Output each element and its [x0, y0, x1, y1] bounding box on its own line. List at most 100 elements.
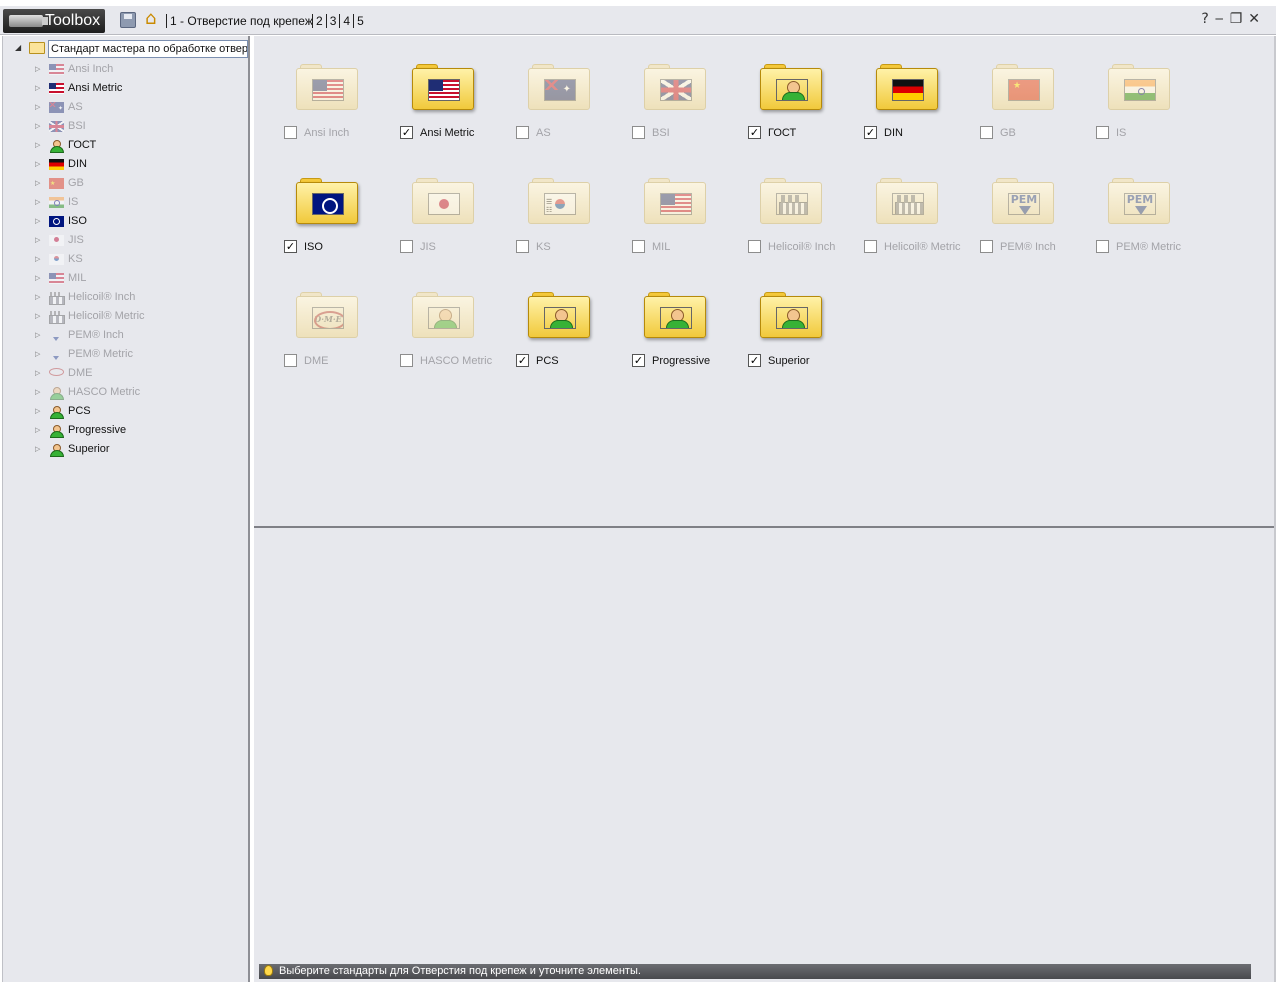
- tree-item[interactable]: ▷ HASCO Metric: [35, 383, 247, 402]
- standard-card[interactable]: Helicoil® Metric: [836, 150, 961, 260]
- standard-checkbox[interactable]: ✓: [284, 240, 297, 253]
- expand-arrow-icon[interactable]: ▷: [35, 307, 40, 326]
- folder-icon[interactable]: [296, 178, 358, 224]
- standard-checkbox[interactable]: ✓: [864, 126, 877, 139]
- folder-icon[interactable]: [760, 64, 822, 110]
- folder-icon[interactable]: PEM: [992, 178, 1054, 224]
- standard-checkbox[interactable]: ✓: [748, 126, 761, 139]
- standard-card[interactable]: ✓ PCS: [488, 264, 604, 374]
- tree-item[interactable]: ▷ JIS: [35, 231, 247, 250]
- standard-checkbox[interactable]: [1096, 126, 1109, 139]
- folder-icon[interactable]: [412, 64, 474, 110]
- standard-card[interactable]: ✓ DIN: [836, 36, 952, 146]
- collapse-arrow-icon[interactable]: ◢: [15, 43, 21, 52]
- standard-checkbox[interactable]: [864, 240, 877, 253]
- expand-arrow-icon[interactable]: ▷: [35, 231, 40, 250]
- standard-card[interactable]: GB: [952, 36, 1068, 146]
- standard-card[interactable]: PEM PEM® Inch: [952, 150, 1068, 260]
- standard-checkbox[interactable]: [284, 126, 297, 139]
- tree-item[interactable]: ▷ Progressive: [35, 421, 247, 440]
- folder-icon[interactable]: [876, 64, 938, 110]
- standard-card[interactable]: JIS: [372, 150, 488, 260]
- expand-arrow-icon[interactable]: ▷: [35, 174, 40, 193]
- tree-item[interactable]: ▷ KS: [35, 250, 247, 269]
- folder-icon[interactable]: [528, 292, 590, 338]
- standard-card[interactable]: IS: [1068, 36, 1184, 146]
- tree-item[interactable]: ▷ MIL: [35, 269, 247, 288]
- folder-icon[interactable]: D·M·E: [296, 292, 358, 338]
- folder-icon[interactable]: [644, 64, 706, 110]
- breadcrumb-step-5[interactable]: 5: [353, 14, 367, 28]
- standard-checkbox[interactable]: [400, 354, 413, 367]
- standard-card[interactable]: ✓ ГОСТ: [720, 36, 836, 146]
- folder-icon[interactable]: [412, 292, 474, 338]
- tree-item[interactable]: ▷ DME: [35, 364, 247, 383]
- expand-arrow-icon[interactable]: ▷: [35, 440, 40, 459]
- expand-arrow-icon[interactable]: ▷: [35, 250, 40, 269]
- expand-arrow-icon[interactable]: ▷: [35, 383, 40, 402]
- expand-arrow-icon[interactable]: ▷: [35, 79, 40, 98]
- standard-card[interactable]: D·M·E DME: [256, 264, 372, 374]
- standard-checkbox[interactable]: ✓: [400, 126, 413, 139]
- expand-arrow-icon[interactable]: ▷: [35, 345, 40, 364]
- expand-arrow-icon[interactable]: ▷: [35, 136, 40, 155]
- standard-checkbox[interactable]: [1096, 240, 1109, 253]
- standard-checkbox[interactable]: [632, 126, 645, 139]
- standard-card[interactable]: Ansi Inch: [256, 36, 372, 146]
- standard-card[interactable]: ✓ ISO: [256, 150, 372, 260]
- tree-item[interactable]: ▷ Helicoil® Inch: [35, 288, 247, 307]
- standard-checkbox[interactable]: [284, 354, 297, 367]
- expand-arrow-icon[interactable]: ▷: [35, 193, 40, 212]
- expand-arrow-icon[interactable]: ▷: [35, 269, 40, 288]
- standard-card[interactable]: MIL: [604, 150, 720, 260]
- standard-card[interactable]: AS: [488, 36, 604, 146]
- standard-checkbox[interactable]: [400, 240, 413, 253]
- folder-icon[interactable]: [296, 64, 358, 110]
- tree-item[interactable]: ▷ Helicoil® Metric: [35, 307, 247, 326]
- expand-arrow-icon[interactable]: ▷: [35, 212, 40, 231]
- standard-checkbox[interactable]: [748, 240, 761, 253]
- tree-item[interactable]: ▷ BSI: [35, 117, 247, 136]
- standard-card[interactable]: BSI: [604, 36, 720, 146]
- folder-icon[interactable]: [412, 178, 474, 224]
- tree-item[interactable]: ▷ Superior: [35, 440, 247, 459]
- standard-card[interactable]: ✓ Progressive: [604, 264, 720, 374]
- standard-card[interactable]: KS: [488, 150, 604, 260]
- standard-checkbox[interactable]: [980, 240, 993, 253]
- standard-card[interactable]: ✓ Ansi Metric: [372, 36, 488, 146]
- expand-arrow-icon[interactable]: ▷: [35, 288, 40, 307]
- standard-checkbox[interactable]: ✓: [516, 354, 529, 367]
- tree-item[interactable]: ▷ Ansi Metric: [35, 79, 247, 98]
- breadcrumb-step-3[interactable]: 3: [325, 14, 340, 28]
- expand-arrow-icon[interactable]: ▷: [35, 155, 40, 174]
- folder-icon[interactable]: [760, 292, 822, 338]
- standard-checkbox[interactable]: [632, 240, 645, 253]
- folder-icon[interactable]: PEM: [1108, 178, 1170, 224]
- tree-item[interactable]: ▷ ISO: [35, 212, 247, 231]
- folder-icon[interactable]: [528, 64, 590, 110]
- expand-arrow-icon[interactable]: ▷: [35, 326, 40, 345]
- folder-icon[interactable]: [876, 178, 938, 224]
- panel-splitter[interactable]: [254, 526, 1274, 528]
- breadcrumb-step-4[interactable]: 4: [339, 14, 354, 28]
- breadcrumb-step-1[interactable]: 1 - Отверстие под крепеж: [166, 14, 312, 28]
- folder-icon[interactable]: [760, 178, 822, 224]
- tree-item[interactable]: ▷ GB: [35, 174, 247, 194]
- tree-item[interactable]: ▷ PEM® Metric: [35, 345, 247, 364]
- tree-item[interactable]: ▷ PCS: [35, 402, 247, 421]
- folder-icon[interactable]: [644, 292, 706, 338]
- tree-item[interactable]: ▷ DIN: [35, 155, 247, 174]
- tree-item[interactable]: ▷ AS: [35, 98, 247, 119]
- expand-arrow-icon[interactable]: ▷: [35, 117, 40, 136]
- standard-checkbox[interactable]: ✓: [748, 354, 761, 367]
- standard-checkbox[interactable]: [980, 126, 993, 139]
- standard-card[interactable]: ✓ Superior: [720, 264, 836, 374]
- save-icon[interactable]: [120, 12, 136, 28]
- folder-icon[interactable]: [644, 178, 706, 224]
- standard-card[interactable]: PEM PEM® Metric: [1068, 150, 1184, 260]
- expand-arrow-icon[interactable]: ▷: [35, 421, 40, 440]
- standard-card[interactable]: Helicoil® Inch: [720, 150, 836, 260]
- expand-arrow-icon[interactable]: ▷: [35, 98, 40, 117]
- expand-arrow-icon[interactable]: ▷: [35, 402, 40, 421]
- expand-arrow-icon[interactable]: ▷: [35, 364, 40, 383]
